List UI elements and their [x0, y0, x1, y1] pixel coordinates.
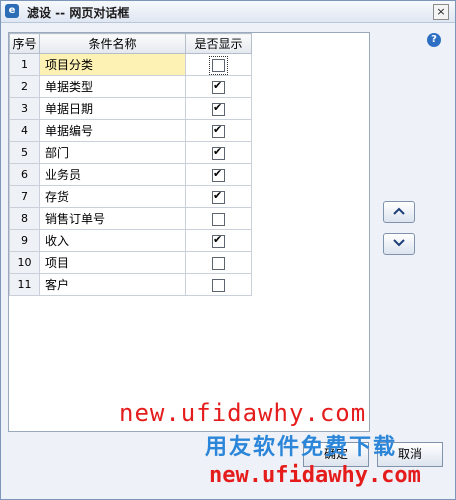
table-row[interactable]: 1 项目分类 — [9, 53, 252, 76]
show-cell: ✔ — [185, 163, 252, 186]
title-bar: e 滤设 -- 网页对话框 × — [1, 1, 455, 23]
ie-app-icon: e — [5, 4, 19, 18]
close-button[interactable]: × — [433, 4, 449, 20]
show-cell: ✔ — [185, 75, 252, 98]
move-down-button[interactable] — [383, 233, 415, 255]
move-up-button[interactable] — [383, 201, 415, 223]
row-number: 5 — [9, 141, 40, 164]
show-cell: ✔ — [185, 119, 252, 142]
row-number: 1 — [9, 53, 40, 76]
show-cell — [185, 273, 252, 296]
condition-name-cell[interactable]: 项目分类 — [39, 53, 186, 76]
condition-name-cell[interactable]: 收入 — [39, 229, 186, 252]
condition-table: 序号 条件名称 是否显示 1 项目分类 2 单据类型 ✔ 3 单据日期 ✔ 4 单据编号 ✔ 5 部门 ✔… — [9, 33, 252, 296]
condition-grid: 序号 条件名称 是否显示 1 项目分类 2 单据类型 ✔ 3 单据日期 ✔ 4 单据编号 ✔ 5 部门 ✔… — [8, 32, 370, 432]
show-checkbox[interactable] — [212, 256, 225, 270]
watermark-slogan: 用友软件免费下载 — [205, 435, 398, 460]
condition-name-cell[interactable]: 销售订单号 — [39, 207, 186, 230]
table-row[interactable]: 10 项目 — [9, 251, 252, 274]
checkmark-icon: ✔ — [213, 232, 223, 246]
table-row[interactable]: 4 单据编号 ✔ — [9, 119, 252, 142]
show-checkbox[interactable]: ✔ — [212, 166, 225, 182]
filter-dialog: e 滤设 -- 网页对话框 × ? 序号 条件名称 是否显示 1 项目分类 2 单据类… — [0, 0, 456, 500]
chevron-down-icon — [393, 239, 405, 247]
table-row[interactable]: 11 客户 — [9, 273, 252, 296]
row-number: 9 — [9, 229, 40, 252]
watermark-url-bottom: new.ufidawhy.com — [209, 463, 421, 488]
checkmark-icon: ✔ — [213, 122, 223, 136]
grid-header-row: 序号 条件名称 是否显示 — [9, 33, 252, 54]
show-cell — [185, 207, 252, 230]
header-seq[interactable]: 序号 — [9, 33, 40, 54]
checkmark-icon: ✔ — [213, 188, 223, 202]
help-icon[interactable]: ? — [427, 33, 441, 47]
row-number: 10 — [9, 251, 40, 274]
table-row[interactable]: 5 部门 ✔ — [9, 141, 252, 164]
row-number: 7 — [9, 185, 40, 208]
row-number: 4 — [9, 119, 40, 142]
header-condition-name[interactable]: 条件名称 — [39, 33, 186, 54]
checkmark-icon: ✔ — [213, 144, 223, 158]
show-checkbox[interactable]: ✔ — [212, 144, 225, 160]
condition-name-cell[interactable]: 业务员 — [39, 163, 186, 186]
header-show[interactable]: 是否显示 — [185, 33, 252, 54]
row-number: 6 — [9, 163, 40, 186]
show-cell — [185, 53, 252, 76]
condition-name-cell[interactable]: 单据类型 — [39, 75, 186, 98]
watermark-url-top: new.ufidawhy.com — [119, 399, 367, 427]
table-row[interactable]: 7 存货 ✔ — [9, 185, 252, 208]
chevron-up-icon — [393, 207, 405, 215]
show-cell: ✔ — [185, 141, 252, 164]
row-number: 3 — [9, 97, 40, 120]
show-checkbox[interactable] — [212, 212, 225, 226]
show-checkbox[interactable]: ✔ — [212, 188, 225, 204]
show-checkbox[interactable]: ✔ — [212, 122, 225, 138]
show-checkbox[interactable]: ✔ — [212, 78, 225, 94]
table-row[interactable]: 8 销售订单号 — [9, 207, 252, 230]
row-number: 11 — [9, 273, 40, 296]
row-number: 2 — [9, 75, 40, 98]
show-cell: ✔ — [185, 97, 252, 120]
checkmark-icon: ✔ — [213, 78, 223, 92]
condition-name-cell[interactable]: 部门 — [39, 141, 186, 164]
table-row[interactable]: 3 单据日期 ✔ — [9, 97, 252, 120]
table-row[interactable]: 6 业务员 ✔ — [9, 163, 252, 186]
show-checkbox[interactable]: ✔ — [212, 100, 225, 116]
condition-name-cell[interactable]: 存货 — [39, 185, 186, 208]
row-number: 8 — [9, 207, 40, 230]
show-checkbox[interactable] — [209, 55, 228, 75]
show-cell: ✔ — [185, 229, 252, 252]
condition-name-cell[interactable]: 单据日期 — [39, 97, 186, 120]
show-checkbox[interactable]: ✔ — [212, 232, 225, 248]
table-row[interactable]: 2 单据类型 ✔ — [9, 75, 252, 98]
condition-name-cell[interactable]: 客户 — [39, 273, 186, 296]
show-checkbox[interactable] — [212, 278, 225, 292]
show-cell: ✔ — [185, 185, 252, 208]
condition-name-cell[interactable]: 项目 — [39, 251, 186, 274]
table-row[interactable]: 9 收入 ✔ — [9, 229, 252, 252]
show-cell — [185, 251, 252, 274]
condition-name-cell[interactable]: 单据编号 — [39, 119, 186, 142]
checkmark-icon: ✔ — [213, 100, 223, 114]
checkmark-icon: ✔ — [213, 166, 223, 180]
window-title: 滤设 -- 网页对话框 — [27, 6, 130, 20]
